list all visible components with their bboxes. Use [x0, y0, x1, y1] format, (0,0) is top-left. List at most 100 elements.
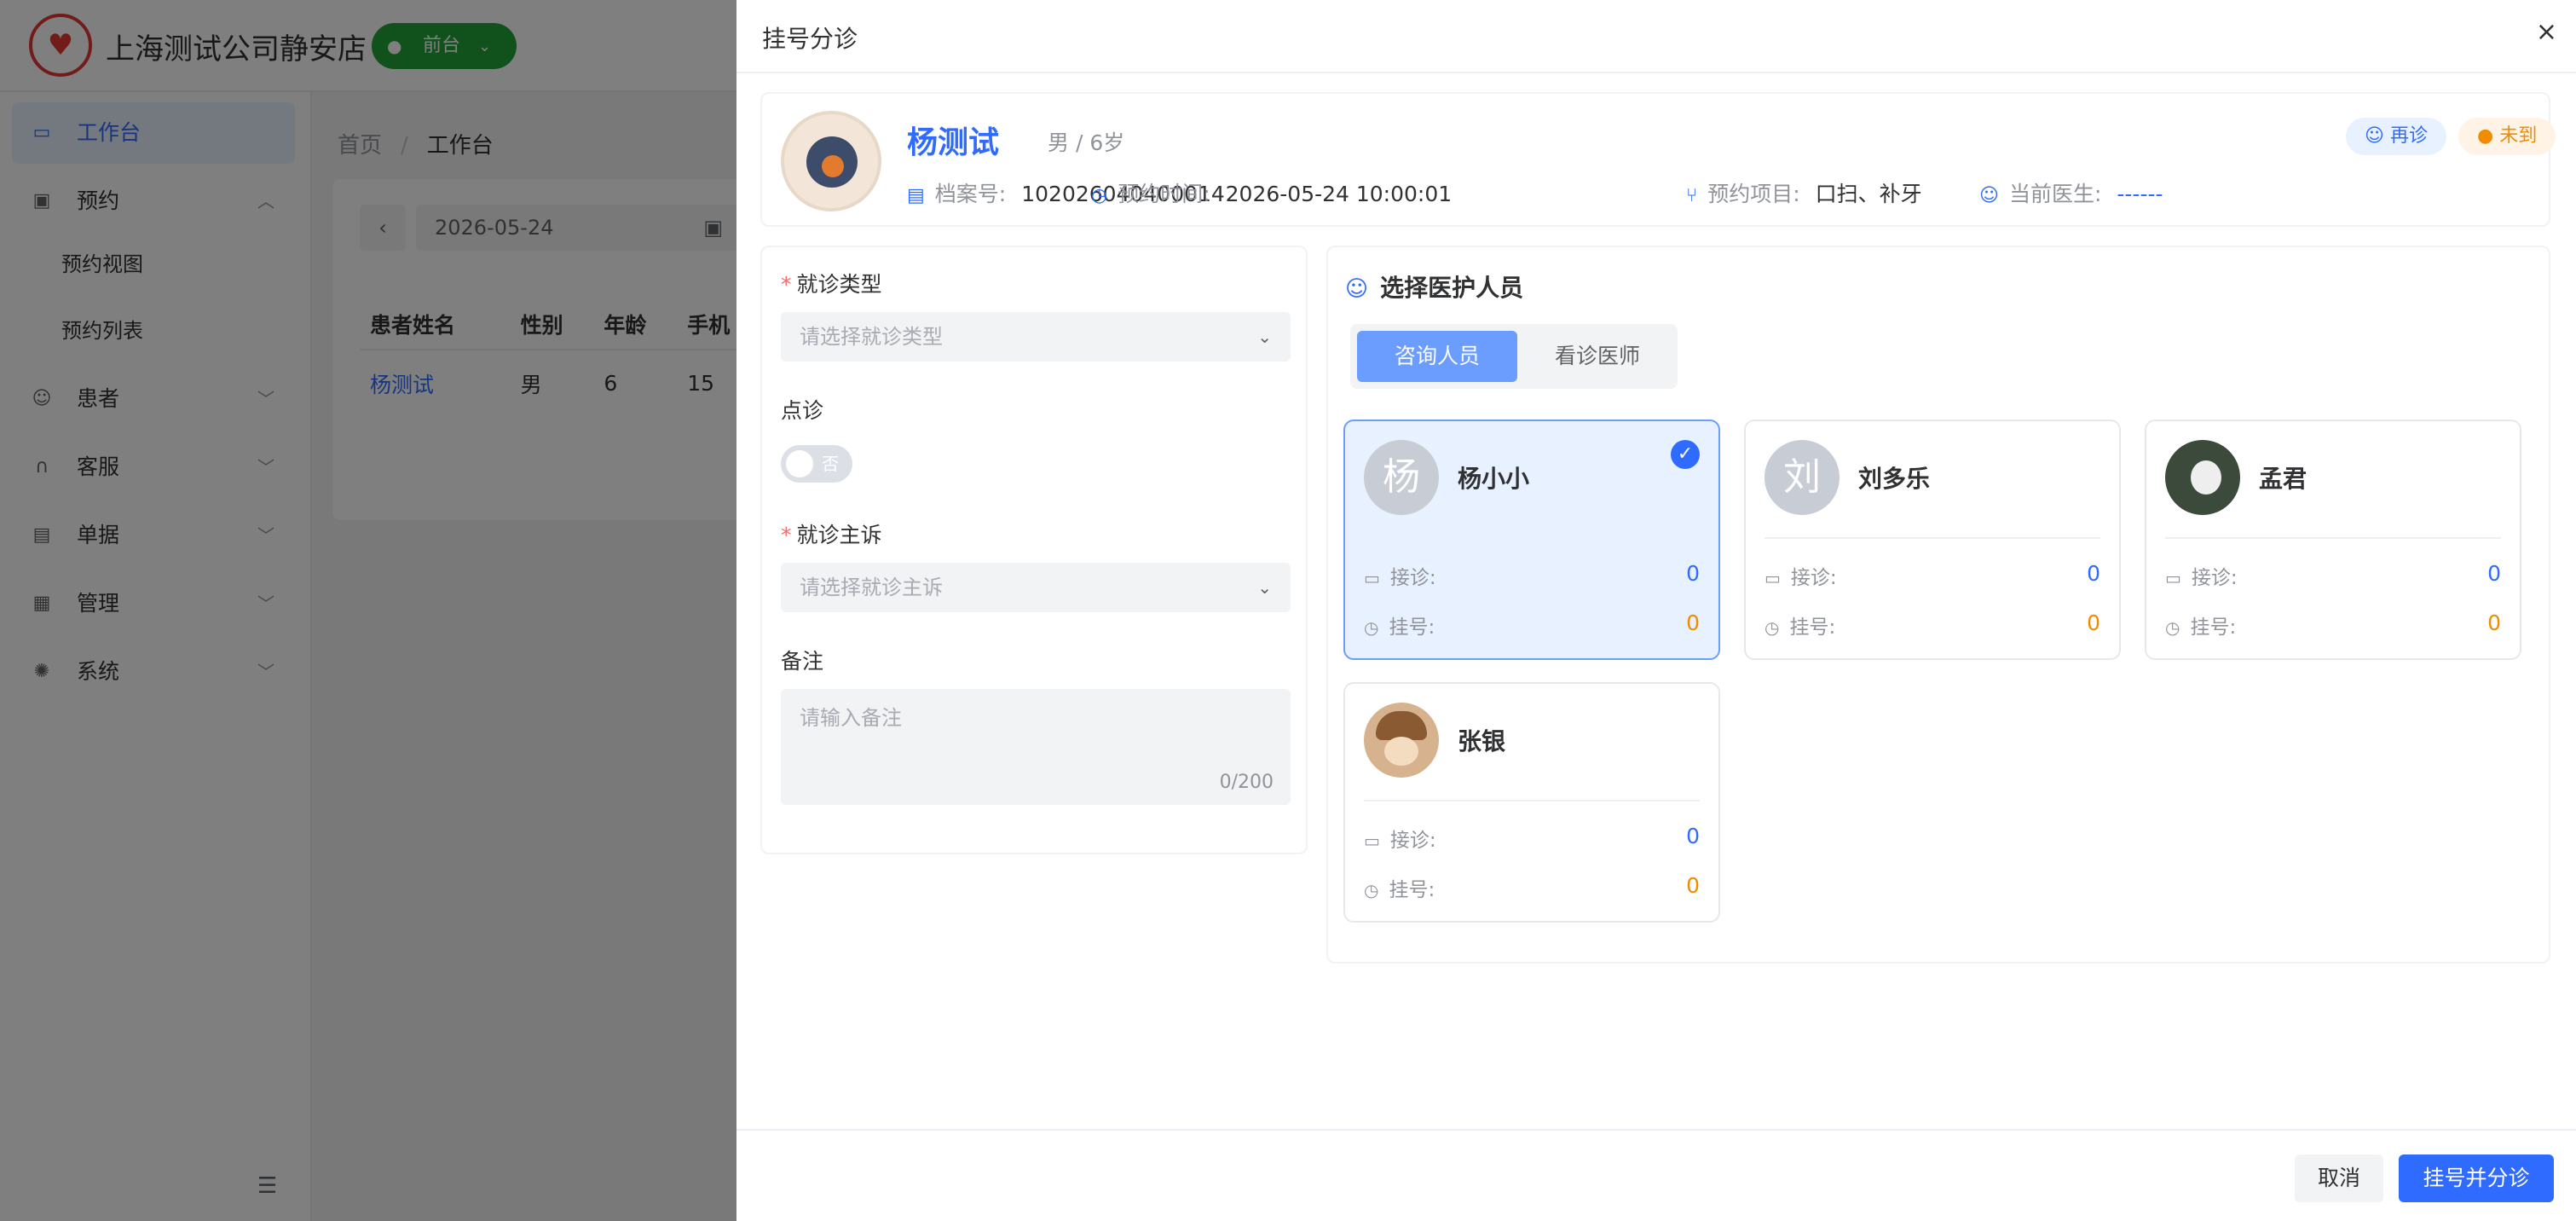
- tab-consultant[interactable]: 咨询人员: [1357, 331, 1517, 382]
- staff-name: 杨小小: [1458, 465, 1530, 493]
- remark-char-count: 0/200: [1219, 772, 1274, 793]
- required-mark: *: [781, 272, 792, 297]
- complaint-label: * 就诊主诉: [781, 518, 882, 549]
- register-label: 挂号:: [1389, 879, 1435, 901]
- calendar-icon: ▭: [1364, 830, 1380, 851]
- divider: [1765, 537, 2100, 539]
- staff-name: 孟君: [2259, 465, 2307, 493]
- clock-icon: ◷: [2165, 617, 2180, 638]
- staff-card[interactable]: 刘 刘多乐 ▭ 接诊: 0 ◷ 挂号: 0: [1744, 420, 2121, 660]
- register-count-row: ◷ 挂号: 0: [1364, 873, 1700, 902]
- triage-drawer: 挂号分诊 × 杨测试 男 / 6岁 ▤ 档案号: 102026040400014 ◷…: [736, 0, 2576, 1221]
- divider: [2165, 537, 2501, 539]
- required-mark: *: [781, 523, 792, 547]
- appointment-time: ◷ 预约时间: 2026-05-24 10:00:01: [1091, 177, 1452, 208]
- project-value: 口扫、补牙: [1815, 182, 1922, 206]
- current-doctor: ☺ 当前医生: ------: [1979, 177, 2163, 208]
- check-circle-icon: ●: [2477, 125, 2500, 147]
- staff-name: 刘多乐: [1858, 465, 1931, 493]
- visit-type-select[interactable]: 请选择就诊类型 ⌄: [781, 312, 1291, 362]
- doctor-value: ------: [2117, 182, 2163, 206]
- remark-textarea[interactable]: 请输入备注 0/200: [781, 689, 1291, 805]
- staff-card[interactable]: 孟君 ▭ 接诊: 0 ◷ 挂号: 0: [2145, 420, 2521, 660]
- time-value: 2026-05-24 10:00:01: [1225, 182, 1453, 206]
- staff-title-text: 选择医护人员: [1380, 274, 1524, 302]
- avatar-image-detail: [822, 155, 844, 177]
- visit-type-placeholder: 请选择就诊类型: [800, 325, 943, 349]
- reception-label: 接诊:: [1389, 567, 1436, 589]
- avatar-image: [1376, 711, 1427, 740]
- staff-name: 张银: [1458, 727, 1506, 755]
- users-icon: ☺: [1345, 276, 1369, 302]
- reception-count: 0: [1686, 561, 1700, 586]
- complaint-placeholder: 请选择就诊主诉: [800, 576, 943, 599]
- tab-doctor[interactable]: 看诊医师: [1517, 331, 1678, 382]
- register-and-triage-button[interactable]: 挂号并分诊: [2399, 1154, 2554, 1202]
- reception-count: 0: [2487, 561, 2501, 586]
- patient-gender-age: 男 / 6岁: [1048, 130, 1125, 155]
- user-icon: ☺: [1979, 185, 1999, 206]
- absent-badge: ● 未到: [2458, 118, 2556, 155]
- staff-avatar: 刘: [1765, 440, 1840, 515]
- close-icon[interactable]: ×: [2536, 17, 2557, 47]
- calendar-icon: ▭: [1364, 568, 1380, 588]
- time-label: 预约时间:: [1118, 182, 1210, 206]
- file-icon: ▤: [907, 185, 925, 206]
- complaint-label-text: 就诊主诉: [796, 523, 882, 547]
- designated-toggle[interactable]: 否: [781, 445, 852, 483]
- revisit-label: 再诊: [2389, 125, 2428, 147]
- register-count: 0: [1686, 873, 1700, 898]
- remark-label: 备注: [781, 649, 824, 674]
- check-icon: ✓: [1671, 440, 1700, 469]
- patient-name[interactable]: 杨测试: [907, 118, 999, 162]
- reception-label: 接诊:: [1790, 567, 1837, 589]
- register-count-row: ◷ 挂号: 0: [1765, 610, 2100, 639]
- reception-count-row: ▭ 接诊: 0: [1765, 561, 2100, 590]
- staff-avatar: [1364, 703, 1439, 778]
- register-count: 0: [2487, 610, 2501, 635]
- register-count-row: ◷ 挂号: 0: [2165, 610, 2501, 639]
- register-count: 0: [2087, 610, 2100, 635]
- staff-panel-title: ☺ 选择医护人员: [1345, 269, 1523, 304]
- clock-icon: ◷: [1765, 617, 1780, 638]
- calendar-icon: ▭: [2165, 568, 2181, 588]
- avatar-image: [2191, 460, 2221, 495]
- clock-icon: ◷: [1091, 185, 1108, 206]
- divider: [1364, 800, 1700, 801]
- register-label: 挂号:: [2190, 616, 2237, 639]
- divider: [736, 1129, 2576, 1131]
- user-icon: ☺: [2365, 125, 2390, 147]
- staff-card[interactable]: 张银 ▭ 接诊: 0 ◷ 挂号: 0: [1343, 682, 1720, 923]
- register-count-row: ◷ 挂号: 0: [1364, 610, 1700, 639]
- divider: [736, 72, 2576, 73]
- reception-count: 0: [2087, 561, 2100, 586]
- complaint-select[interactable]: 请选择就诊主诉 ⌄: [781, 563, 1291, 612]
- revisit-badge: ☺ 再诊: [2346, 118, 2446, 155]
- chevron-down-icon: ⌄: [1257, 327, 1272, 347]
- reception-count-row: ▭ 接诊: 0: [1364, 824, 1700, 853]
- visit-type-label-text: 就诊类型: [796, 272, 882, 297]
- patient-info-card: 杨测试 男 / 6岁 ▤ 档案号: 102026040400014 ◷ 预约时间: 20…: [760, 92, 2556, 227]
- staff-avatar: 杨: [1364, 440, 1439, 515]
- reception-label: 接诊:: [2191, 567, 2238, 589]
- cancel-button[interactable]: 取消: [2295, 1154, 2383, 1202]
- toggle-knob: [786, 450, 813, 477]
- doctor-label: 当前医生:: [2008, 182, 2102, 206]
- staff-selection-panel: ☺ 选择医护人员 咨询人员 看诊医师 杨 杨小小 ✓ ▭ 接诊: 0 ◷ 挂号: 0 …: [1326, 246, 2550, 963]
- staff-avatar: [2165, 440, 2240, 515]
- register-label: 挂号:: [1389, 616, 1435, 639]
- register-label: 挂号:: [1789, 616, 1836, 639]
- reception-label: 接诊:: [1389, 830, 1436, 852]
- staff-type-tabs: 咨询人员 看诊医师: [1350, 324, 1678, 389]
- clock-icon: ◷: [1364, 617, 1379, 638]
- staff-card[interactable]: 杨 杨小小 ✓ ▭ 接诊: 0 ◷ 挂号: 0: [1343, 420, 1720, 660]
- record-label: 档案号:: [934, 182, 1007, 206]
- avatar-image-detail: [1384, 737, 1418, 766]
- chevron-down-icon: ⌄: [1257, 577, 1272, 598]
- clock-icon: ◷: [1364, 880, 1379, 900]
- remark-placeholder: 请输入备注: [800, 706, 902, 730]
- appointment-project: ⑂ 预约项目: 口扫、补牙: [1686, 177, 1922, 208]
- reception-count-row: ▭ 接诊: 0: [1364, 561, 1700, 590]
- patient-avatar: [781, 111, 881, 211]
- absent-label: 未到: [2499, 125, 2538, 147]
